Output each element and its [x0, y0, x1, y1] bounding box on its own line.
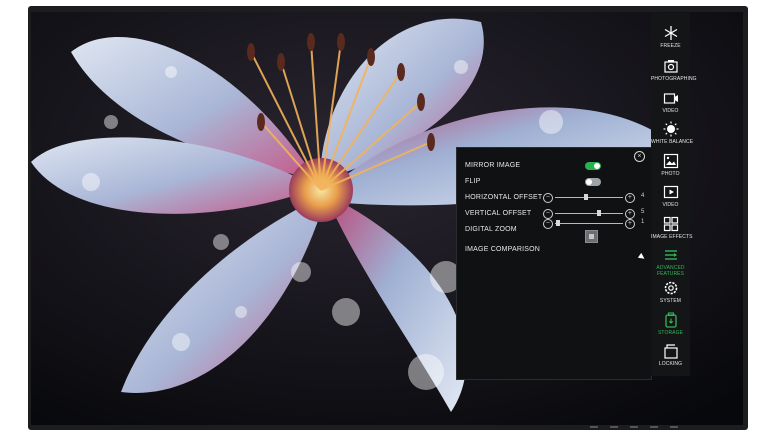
vertical-offset-value: 5 [641, 209, 645, 215]
image-comparison-row: IMAGE COMPARISON [465, 246, 540, 253]
sidebar-item-label: SYSTEM [659, 298, 682, 304]
sidebar-item-label: IMAGE EFFECTS [651, 234, 693, 240]
video-file-icon [663, 185, 678, 199]
function-sidebar: FREEZE PHOTOGRAPHING VIDEO WHITE BALANCE… [651, 13, 697, 376]
horizontal-offset-slider[interactable]: − + 4 [543, 193, 644, 203]
mirror-image-row: MIRROR IMAGE [465, 162, 520, 169]
horizontal-offset-value: 4 [641, 193, 645, 199]
image-comparison-label: IMAGE COMPARISON [465, 246, 541, 253]
vertical-offset-label: VERTICAL OFFSET [465, 210, 532, 217]
advanced-features-icon [664, 250, 677, 260]
flip-toggle[interactable] [585, 178, 601, 186]
close-icon[interactable]: × [634, 151, 645, 162]
slider-thumb[interactable] [597, 210, 602, 216]
digital-zoom-slider[interactable]: − + 1 [543, 219, 644, 229]
sidebar-item-locking[interactable]: LOCKING [651, 343, 690, 367]
sidebar-item-label: STORAGE [657, 330, 684, 336]
slider-track [555, 223, 623, 224]
photo-icon [663, 153, 678, 169]
digital-zoom-row: DIGITAL ZOOM [465, 226, 517, 233]
sidebar-item-white-balance[interactable]: WHITE BALANCE [651, 121, 694, 145]
plus-icon[interactable]: + [625, 209, 635, 219]
advanced-settings-panel: × MIRROR IMAGE FLIP HORIZONTAL OFFSET − … [456, 147, 652, 380]
sidebar-item-system[interactable]: SYSTEM [651, 280, 690, 304]
sidebar-item-label: FREEZE [660, 43, 681, 49]
vertical-offset-slider[interactable]: − + 5 [543, 209, 644, 219]
sidebar-item-image-effects[interactable]: IMAGE EFFECTS [651, 216, 693, 240]
flip-row: FLIP [465, 178, 481, 185]
vertical-offset-row: VERTICAL OFFSET [465, 210, 531, 217]
mirror-image-toggle[interactable] [585, 162, 601, 170]
sidebar-item-label: WHITE BALANCE [651, 139, 694, 145]
sidebar-item-photographing[interactable]: PHOTOGRAPHING [651, 58, 697, 82]
sidebar-item-video[interactable]: VIDEO [651, 90, 690, 114]
sidebar-item-photo[interactable]: PHOTO [651, 153, 690, 177]
storage-icon [664, 312, 677, 328]
minus-icon[interactable]: − [543, 219, 553, 229]
plus-icon[interactable]: + [625, 193, 635, 203]
digital-zoom-label: DIGITAL ZOOM [465, 226, 517, 233]
sidebar-item-label: PHOTO [661, 171, 680, 177]
minus-icon[interactable]: − [543, 209, 553, 219]
camera-icon [663, 60, 678, 73]
image-effects-icon [663, 216, 678, 232]
white-balance-icon [663, 121, 678, 137]
digital-zoom-value: 1 [641, 219, 645, 225]
gear-icon [664, 281, 677, 295]
video-icon [663, 93, 678, 104]
bezel-buttons [590, 426, 678, 428]
flip-label: FLIP [465, 178, 481, 185]
horizontal-offset-row: HORIZONTAL OFFSET [465, 194, 542, 201]
slider-track [555, 197, 623, 198]
sidebar-item-label: VIDEO [662, 108, 679, 114]
slider-thumb[interactable] [556, 220, 561, 226]
sidebar-item-storage[interactable]: STORAGE [651, 312, 690, 336]
sidebar-item-label: LOCKING [658, 361, 683, 367]
sidebar-item-freeze[interactable]: FREEZE [651, 25, 690, 49]
mirror-image-label: MIRROR IMAGE [465, 162, 521, 169]
sidebar-item-label: VIDEO [662, 202, 679, 208]
slider-thumb[interactable] [583, 194, 588, 200]
sidebar-item-advanced-features[interactable]: ADVANCED FEATURES [651, 247, 690, 277]
lock-icon [663, 344, 678, 359]
image-comparison-button[interactable] [585, 230, 598, 243]
plus-icon[interactable]: + [625, 219, 635, 229]
slider-track [555, 213, 623, 214]
sidebar-item-video-files[interactable]: VIDEO [651, 184, 690, 208]
minus-icon[interactable]: − [543, 193, 553, 203]
snowflake-icon [664, 26, 677, 40]
horizontal-offset-label: HORIZONTAL OFFSET [465, 194, 543, 201]
sidebar-item-label: ADVANCED FEATURES [656, 265, 685, 277]
sidebar-item-label: PHOTOGRAPHING [651, 76, 697, 82]
